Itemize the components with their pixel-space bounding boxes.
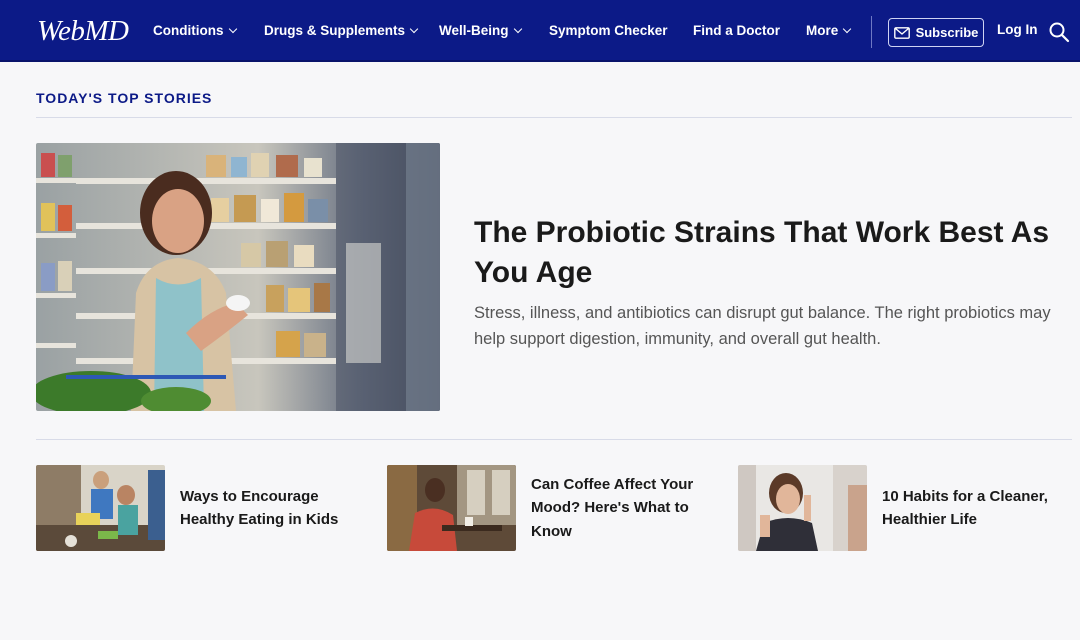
story-title: Can Coffee Affect Your Mood? Here's What… [531, 475, 694, 540]
hero-story-description: Stress, illness, and antibiotics can dis… [474, 304, 1051, 348]
story-thumbnail [738, 465, 867, 551]
hero-story-image[interactable] [36, 143, 440, 411]
chevron-down-icon [843, 24, 852, 34]
hero-story-title[interactable]: The Probiotic Strains That Work Best As … [474, 213, 1064, 293]
nav-label: Drugs & Supplements [264, 23, 406, 38]
mail-icon [893, 26, 910, 39]
story-card-cleaner-healthier-life[interactable]: 10 Habits for a Cleaner, Healthier Life [738, 465, 1052, 551]
story-thumbnail [36, 465, 165, 551]
subscribe-label: Subscribe [915, 25, 979, 40]
webmd-logo[interactable]: WebMD [37, 16, 129, 46]
subscribe-button[interactable]: Subscribe [888, 18, 984, 47]
nav-label: Find a Doctor [693, 23, 780, 38]
nav-label: Conditions [153, 23, 224, 38]
section-divider [36, 117, 1072, 118]
nav-find-a-doctor[interactable]: Find a Doctor [693, 22, 780, 40]
nav-well-being[interactable]: Well-Being [439, 22, 522, 40]
nav-label: Well-Being [439, 23, 509, 38]
story-title: 10 Habits for a Cleaner, Healthier Life [882, 487, 1048, 529]
nav-symptom-checker[interactable]: Symptom Checker [549, 22, 668, 40]
login-link[interactable]: Log In [997, 22, 1038, 37]
nav-drugs-supplements[interactable]: Drugs & Supplements [264, 22, 419, 40]
chevron-down-icon [409, 24, 419, 34]
chevron-down-icon [228, 24, 237, 34]
nav-more[interactable]: More [806, 22, 852, 40]
nav-label: More [806, 23, 839, 38]
section-title: TODAY'S TOP STORIES [36, 90, 213, 106]
story-title: Ways to Encourage Healthy Eating in Kids [180, 487, 339, 529]
chevron-down-icon [513, 24, 522, 34]
nav-conditions[interactable]: Conditions [153, 22, 237, 40]
search-icon[interactable] [1048, 21, 1070, 43]
story-card-healthy-eating-kids[interactable]: Ways to Encourage Healthy Eating in Kids [36, 465, 350, 551]
nav-label: Symptom Checker [549, 23, 668, 38]
nav-divider [871, 16, 872, 48]
stories-divider [36, 439, 1072, 440]
top-navigation-bar: WebMD Conditions Drugs & Supplements Wel… [0, 0, 1080, 62]
story-card-coffee-mood[interactable]: Can Coffee Affect Your Mood? Here's What… [387, 465, 701, 551]
story-thumbnail [387, 465, 516, 551]
